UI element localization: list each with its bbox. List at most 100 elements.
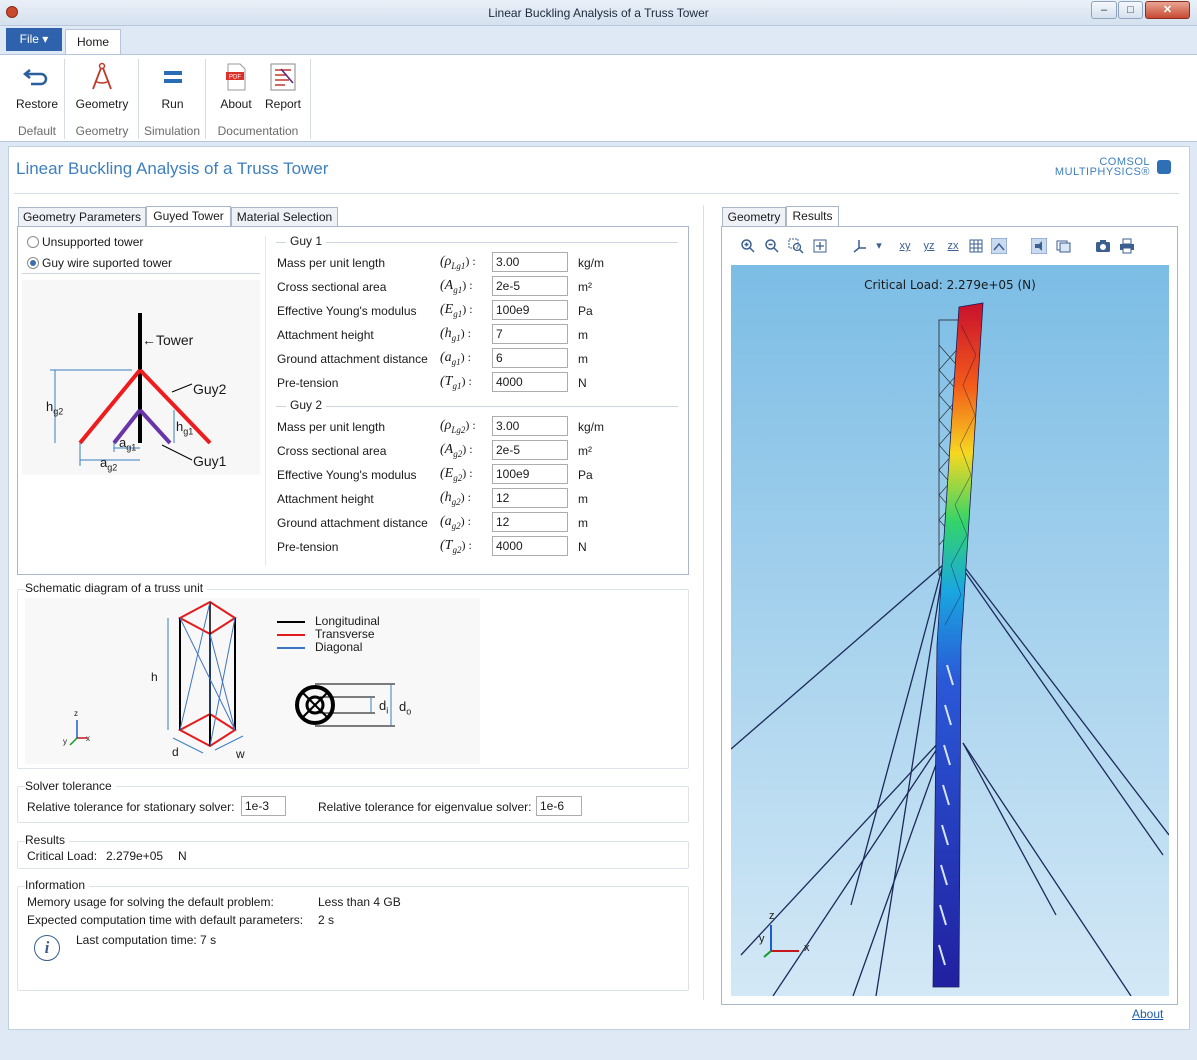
zoom-in-icon[interactable] bbox=[740, 238, 756, 254]
guy2-label: Guy2 bbox=[193, 381, 227, 397]
eigen-label: Relative tolerance for eigenvalue solver… bbox=[318, 800, 532, 814]
guy1-row-label: Ground attachment distance bbox=[277, 352, 428, 366]
axis-x-label: x bbox=[86, 734, 90, 743]
guy2-row-input[interactable] bbox=[492, 512, 568, 532]
guy1-row-unit: Pa bbox=[578, 304, 593, 318]
axis-orient-icon[interactable] bbox=[852, 238, 868, 254]
guy1-row-input[interactable] bbox=[492, 324, 568, 344]
guy2-row-input[interactable] bbox=[492, 464, 568, 484]
guy1-row-label: Cross sectional area bbox=[277, 280, 387, 294]
guy1-row-symbol: (ρLg1) : bbox=[440, 254, 476, 271]
chevron-down-icon[interactable]: ▾ bbox=[874, 238, 884, 254]
pane-divider bbox=[703, 205, 704, 1000]
truss-unit-svg bbox=[69, 600, 395, 754]
minimize-button[interactable]: – bbox=[1091, 1, 1117, 19]
yz-view-icon[interactable]: yz bbox=[920, 238, 938, 254]
stationary-label: Relative tolerance for stationary solver… bbox=[27, 800, 235, 814]
guy1-row-input[interactable] bbox=[492, 300, 568, 320]
close-button[interactable]: ✕ bbox=[1145, 1, 1190, 19]
about-link[interactable]: About bbox=[1132, 1007, 1163, 1021]
print-icon[interactable] bbox=[1119, 238, 1135, 254]
file-menu-button[interactable]: File ▾ bbox=[6, 28, 62, 51]
truss-h-label: h bbox=[151, 670, 158, 684]
tab-geometry-view[interactable]: Geometry bbox=[722, 207, 786, 227]
guy2-row-unit: m² bbox=[578, 444, 592, 458]
guy2-row-unit: kg/m bbox=[578, 420, 605, 434]
camera-icon[interactable] bbox=[1095, 238, 1111, 254]
logo-line2: MULTIPHYSICS® bbox=[1054, 166, 1150, 178]
zoom-extents-icon[interactable] bbox=[812, 238, 828, 254]
results-title: Results bbox=[25, 833, 70, 847]
critical-load-label: Critical Load: bbox=[27, 849, 98, 863]
guy1-row-unit: m bbox=[578, 352, 588, 366]
plot-axis-y: y bbox=[759, 933, 765, 945]
guy1-row-unit: kg/m bbox=[578, 256, 605, 270]
guy1-row-input[interactable] bbox=[492, 252, 568, 272]
guy2-row-input[interactable] bbox=[492, 488, 568, 508]
group-default: Default bbox=[17, 124, 57, 138]
restore-label: Restore bbox=[15, 97, 59, 111]
zoom-box-icon[interactable] bbox=[788, 238, 804, 254]
last-computation-label: Last computation time: 7 s bbox=[76, 933, 217, 947]
guy1-label: Guy1 bbox=[193, 453, 227, 469]
grid-icon[interactable] bbox=[968, 238, 984, 254]
guy2-row-input[interactable] bbox=[492, 440, 568, 460]
scene-light-icon[interactable] bbox=[991, 238, 1007, 254]
report-label: Report bbox=[264, 97, 302, 111]
tab-geometry-parameters[interactable]: Geometry Parameters bbox=[18, 207, 146, 227]
tab-home[interactable]: Home bbox=[65, 29, 121, 55]
ag2-label: ag2 bbox=[100, 455, 118, 473]
compass-icon bbox=[92, 62, 112, 90]
critical-load-value: 2.279e+05 bbox=[106, 849, 164, 863]
wireframe-icon[interactable] bbox=[1055, 238, 1071, 254]
guy2-row-symbol: (ρLg2) : bbox=[440, 418, 476, 435]
tab-results-view[interactable]: Results bbox=[786, 206, 839, 227]
guy1-row-input[interactable] bbox=[492, 372, 568, 392]
guy2-row-label: Effective Young's modulus bbox=[277, 468, 417, 482]
legend-transverse: Transverse bbox=[315, 627, 375, 641]
guy2-row-unit: Pa bbox=[578, 468, 593, 482]
plot-axis-x: x bbox=[804, 942, 810, 954]
xy-view-icon[interactable]: xy bbox=[896, 238, 914, 254]
guy1-row-input[interactable] bbox=[492, 348, 568, 368]
zoom-out-icon[interactable] bbox=[764, 238, 780, 254]
guyed-radio[interactable] bbox=[27, 257, 39, 269]
restore-button[interactable]: Restore bbox=[12, 61, 62, 111]
svg-text:PDF: PDF bbox=[229, 75, 241, 81]
report-icon bbox=[270, 63, 296, 91]
guy2-row-label: Attachment height bbox=[277, 492, 374, 506]
report-button[interactable]: Report bbox=[262, 61, 304, 111]
comsol-logo-icon bbox=[1157, 160, 1171, 174]
legend-diagonal: Diagonal bbox=[315, 640, 363, 654]
zx-view-icon[interactable]: zx bbox=[944, 238, 962, 254]
guy1-row-input[interactable] bbox=[492, 276, 568, 296]
run-button[interactable]: Run bbox=[150, 61, 195, 111]
eigen-tolerance-input[interactable] bbox=[536, 796, 582, 816]
geometry-button[interactable]: Geometry bbox=[72, 61, 132, 111]
graphics-viewport[interactable]: Critical Load: 2.279e+05 (N) z y x bbox=[731, 265, 1169, 996]
schematic-title: Schematic diagram of a truss unit bbox=[25, 581, 208, 595]
truss-w-label: w bbox=[236, 747, 245, 761]
guy2-row-label: Pre-tension bbox=[277, 540, 339, 554]
guy2-row-input[interactable] bbox=[492, 416, 568, 436]
group-documentation: Documentation bbox=[217, 124, 299, 138]
ribbon-tab-row bbox=[0, 26, 1197, 54]
memory-label: Memory usage for solving the default pro… bbox=[27, 895, 274, 909]
guy2-row-input[interactable] bbox=[492, 536, 568, 556]
undo-arrow-icon bbox=[22, 69, 48, 86]
maximize-button[interactable]: □ bbox=[1118, 1, 1143, 19]
guy2-row-unit: m bbox=[578, 492, 588, 506]
transparency-icon[interactable] bbox=[1031, 238, 1047, 254]
about-button[interactable]: PDF About bbox=[214, 61, 258, 111]
group-simulation: Simulation bbox=[143, 124, 201, 138]
guy1-row-unit: m² bbox=[578, 280, 592, 294]
guy-wire-svg bbox=[50, 313, 212, 466]
run-label: Run bbox=[161, 97, 184, 111]
tab-guyed-tower[interactable]: Guyed Tower bbox=[146, 206, 231, 227]
stationary-tolerance-input[interactable] bbox=[241, 796, 286, 816]
unsupported-radio[interactable] bbox=[27, 236, 39, 248]
tab-material-selection[interactable]: Material Selection bbox=[231, 207, 338, 227]
guy2-row-symbol: (Tg2) : bbox=[440, 538, 472, 555]
guy2-row-symbol: (hg2) : bbox=[440, 490, 472, 507]
guy2-row-symbol: (Ag2) : bbox=[440, 442, 473, 459]
